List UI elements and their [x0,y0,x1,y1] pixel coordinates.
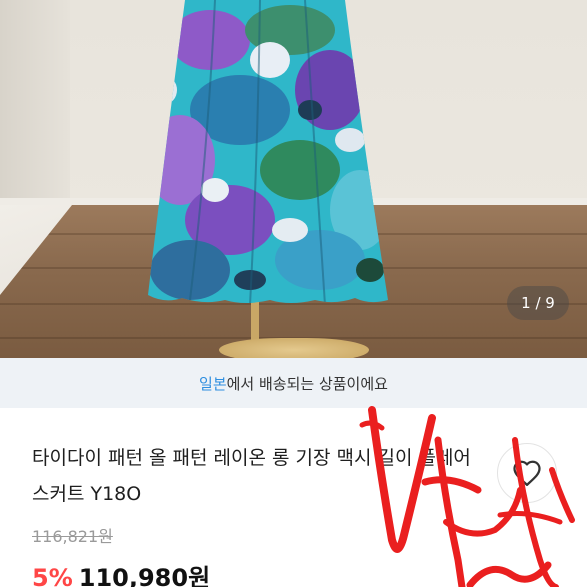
original-price: 116,821원 [32,527,113,546]
product-image[interactable]: 1 / 9 [0,0,587,358]
product-detail-page: 1 / 9 일본 에서 배송되는 상품이에요 타이다이 패턴 올 패턴 레이온 롱… [0,0,587,587]
sale-price-row: 5% 110,980원 [32,558,210,587]
product-title: 타이다이 패턴 올 패턴 레이온 롱 기장 맥시 길이 플레어 스커트 Y18O [32,447,471,505]
product-info: 타이다이 패턴 올 패턴 레이온 롱 기장 맥시 길이 플레어 스커트 Y18O… [0,408,587,587]
wishlist-button[interactable] [497,443,557,503]
shipping-notice: 일본 에서 배송되는 상품이에요 [0,358,587,408]
image-counter: 1 / 9 [507,286,569,320]
sale-price: 110,980원 [78,564,211,587]
tie-dye-skirt [148,0,388,303]
discount-rate: 5% [32,564,73,587]
mannequin-stand-base [219,338,369,358]
shipping-country: 일본 [199,374,227,393]
shipping-notice-text: 에서 배송되는 상품이에요 [226,374,388,393]
heart-outline-icon [513,460,541,486]
